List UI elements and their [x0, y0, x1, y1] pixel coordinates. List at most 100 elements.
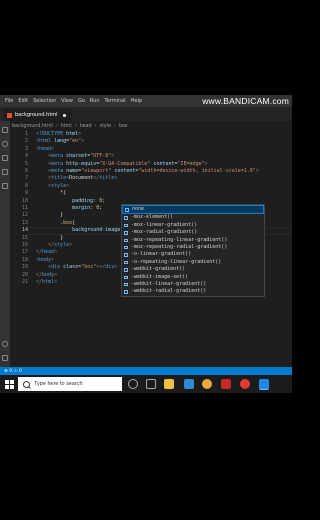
menu-go[interactable]: Go: [78, 98, 85, 104]
suggestion-label: -moz-element(): [131, 214, 174, 221]
app-icon-red[interactable]: [221, 379, 231, 389]
code-line[interactable]: 8 <style>: [10, 183, 292, 190]
line-number: 6: [24, 168, 28, 174]
suggestion-item[interactable]: -moz-repeating-linear-gradient(): [122, 237, 264, 244]
code-text: padding: 0;: [72, 197, 106, 204]
line-number: 9: [24, 190, 28, 197]
menu-selection[interactable]: Selection: [33, 98, 56, 104]
edge-icon[interactable]: [184, 379, 194, 389]
line-number: 18: [21, 256, 28, 263]
breadcrumb-separator-icon: ›: [94, 123, 97, 129]
line-number: 2: [24, 138, 28, 145]
menu-run[interactable]: Run: [90, 98, 100, 104]
suggestion-label: -o-linear-gradient(): [131, 251, 192, 258]
line-number: 15: [21, 234, 28, 241]
suggestion-label: -webkit-gradient(): [131, 266, 186, 273]
value-icon: [124, 223, 128, 228]
bandicam-icon[interactable]: [240, 379, 250, 389]
run-debug-icon[interactable]: [2, 169, 8, 175]
code-text: .box{: [60, 219, 76, 226]
suggestion-item[interactable]: -moz-repeating-radial-gradient(): [122, 244, 264, 251]
file-explorer-icon[interactable]: [164, 379, 174, 389]
cortana-icon[interactable]: [128, 379, 138, 389]
suggestion-label: -moz-repeating-radial-gradient(): [131, 243, 228, 250]
menu-terminal[interactable]: Terminal: [105, 98, 126, 104]
code-line[interactable]: 5 <meta http-equiv="X-UA-Compatible" con…: [10, 161, 292, 168]
breadcrumb-file[interactable]: background.html: [12, 124, 53, 129]
line-number: 4: [24, 153, 28, 160]
breadcrumb-box[interactable]: box: [119, 124, 128, 129]
suggestion-label: none: [132, 206, 145, 212]
suggestion-item[interactable]: -webkit-gradient(): [122, 266, 264, 273]
status-bar: ⊗ 0 ⚠ 0: [0, 367, 292, 375]
html-file-icon: [7, 112, 12, 118]
search-icon[interactable]: [2, 141, 8, 147]
tab-background-html[interactable]: background.html: [3, 109, 72, 121]
code-text: </style>: [48, 242, 73, 248]
code-text: </html>: [36, 279, 58, 285]
menu-file[interactable]: File: [5, 98, 13, 104]
value-icon: [124, 238, 128, 243]
code-text: <style>: [48, 182, 70, 189]
line-number: 3: [24, 145, 28, 152]
code-line[interactable]: 4 <meta charset="UTF-8">: [10, 153, 292, 160]
problems-indicator[interactable]: ⊗ 0 ⚠ 0: [4, 369, 22, 374]
tab-label: background.html: [15, 112, 58, 118]
suggestion-item[interactable]: -moz-element(): [122, 214, 264, 221]
code-line[interactable]: 2 <html lang="en">: [10, 138, 292, 145]
unsaved-dot-icon[interactable]: [62, 113, 66, 117]
value-icon: [124, 260, 128, 265]
code-line[interactable]: 1 <!DOCTYPE html>: [10, 131, 292, 138]
code-line[interactable]: 7 <title>Document</title>: [10, 175, 292, 182]
suggestion-item[interactable]: none: [122, 205, 264, 215]
vscode-taskbar-icon[interactable]: [259, 379, 269, 390]
line-number: 16: [21, 242, 28, 248]
settings-gear-icon[interactable]: [2, 355, 8, 361]
value-icon: [124, 216, 128, 220]
suggestion-label: -webkit-linear-gradient(): [131, 280, 207, 287]
line-number: 8: [24, 182, 28, 189]
suggestion-label: -moz-repeating-linear-gradient(): [131, 236, 228, 243]
account-icon[interactable]: [2, 341, 8, 347]
extensions-icon[interactable]: [2, 183, 8, 189]
code-text: margin: 0;: [72, 205, 103, 211]
line-number: 13: [21, 219, 28, 226]
breadcrumb-style[interactable]: style: [100, 124, 112, 129]
menu-bar: File Edit Selection View Go Run Terminal…: [0, 95, 292, 107]
suggestion-item[interactable]: -webkit-image-set(): [122, 274, 264, 281]
suggestion-item[interactable]: -o-repeating-linear-gradient(): [122, 259, 264, 266]
suggestion-widget[interactable]: none -moz-element() -moz-linear-gradient()…: [121, 204, 265, 297]
suggestion-label: -webkit-image-set(): [131, 273, 189, 280]
code-text: *{: [60, 190, 67, 197]
code-line[interactable]: 3 <head>: [10, 146, 292, 153]
menu-view[interactable]: View: [61, 98, 73, 104]
menu-edit[interactable]: Edit: [18, 98, 28, 104]
code-text: <html lang="en">: [36, 138, 85, 145]
breadcrumb-head[interactable]: head: [80, 124, 92, 129]
suggestion-label: -moz-radial-gradient(): [131, 229, 198, 236]
value-icon: [124, 282, 128, 287]
value-icon: [124, 268, 128, 272]
breadcrumb-html[interactable]: html: [61, 124, 72, 129]
suggestion-item[interactable]: -moz-linear-gradient(): [122, 222, 264, 229]
suggestion-item[interactable]: -o-linear-gradient(): [122, 251, 264, 258]
menu-help[interactable]: Help: [131, 98, 142, 104]
code-line[interactable]: 6 <meta name="viewport" content="width=d…: [10, 168, 292, 175]
line-number: 5: [24, 160, 28, 167]
code-text: </body>: [36, 271, 58, 278]
suggestion-item[interactable]: -moz-radial-gradient(): [122, 229, 264, 236]
code-text: }: [60, 234, 64, 241]
breadcrumb-separator-icon: ›: [74, 123, 77, 129]
code-line[interactable]: 9 *{: [10, 190, 292, 197]
windows-start-icon[interactable]: [5, 380, 14, 389]
code-text: <meta name="viewport" content="width=dev…: [48, 168, 259, 174]
task-view-icon[interactable]: [146, 379, 156, 389]
line-number: 1: [24, 131, 28, 137]
line-number: 19: [21, 264, 28, 271]
vscode-window: File Edit Selection View Go Run Terminal…: [0, 95, 292, 378]
chrome-icon[interactable]: [202, 379, 212, 389]
suggestion-item[interactable]: -webkit-radial-gradient(): [122, 288, 264, 295]
suggestion-item[interactable]: -webkit-linear-gradient(): [122, 281, 264, 288]
source-control-icon[interactable]: [2, 155, 8, 161]
taskbar-search-input[interactable]: Type here to search: [18, 377, 122, 391]
